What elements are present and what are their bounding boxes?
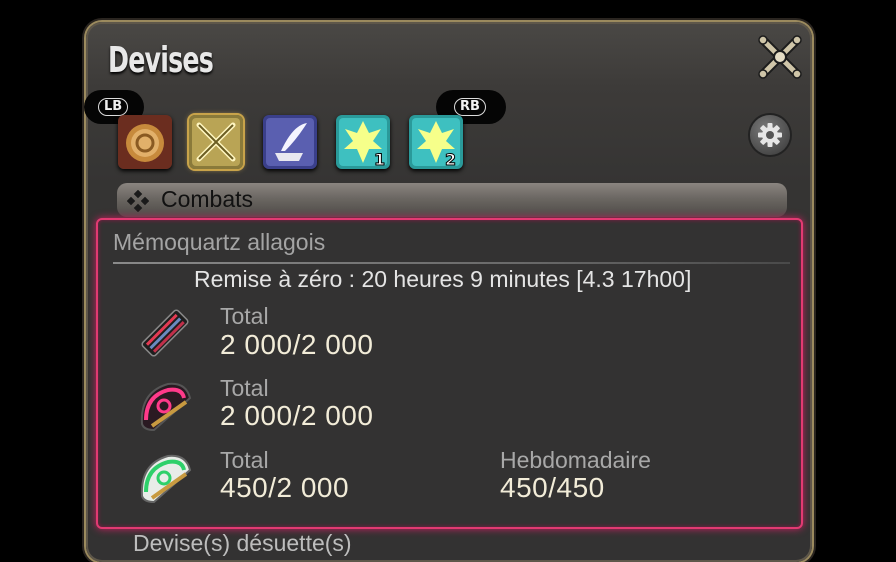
crossed-swords-icon: [189, 115, 243, 169]
settings-button[interactable]: [750, 115, 790, 155]
gil-coin-icon: [118, 115, 172, 169]
tab-scrip-2[interactable]: 2: [409, 115, 463, 170]
lb-label: LB: [98, 98, 129, 116]
pink-tomestone-icon: [140, 382, 192, 432]
rb-label: RB: [454, 98, 486, 116]
currency-group-panel: [96, 218, 803, 529]
window-title: Devises: [108, 40, 214, 81]
total-label: Total: [220, 375, 269, 401]
tab-badge: 1: [374, 150, 385, 169]
four-diamond-icon: [127, 190, 149, 212]
crossed-swords-close-icon: [758, 35, 802, 79]
gear-icon: [758, 123, 782, 147]
scrip-crystal-icon: 2: [409, 115, 463, 170]
close-button[interactable]: [757, 34, 803, 80]
divider: [113, 262, 790, 264]
weekly-label: Hebdomadaire: [500, 447, 651, 473]
anvil-quill-icon: [263, 115, 317, 169]
reset-timer: Remise à zéro : 20 heures 9 minutes [4.3…: [194, 266, 692, 292]
total-label: Total: [220, 447, 269, 473]
weekly-value: 450/450: [500, 472, 605, 503]
scrip-crystal-icon: 1: [336, 115, 390, 170]
total-value: 450/2 000: [220, 472, 350, 503]
tab-scrip-1[interactable]: 1: [336, 115, 390, 170]
total-value: 2 000/2 000: [220, 329, 374, 360]
green-tomestone-icon: [140, 454, 192, 504]
tab-crafting[interactable]: [263, 115, 317, 169]
red-tomestone-icon: [141, 309, 189, 357]
section-header-combats[interactable]: Combats: [117, 183, 787, 217]
section-label: Combats: [161, 186, 254, 212]
tab-badge: 2: [445, 150, 456, 169]
tab-combat[interactable]: [189, 115, 243, 169]
tab-gil[interactable]: [118, 115, 172, 169]
total-value: 2 000/2 000: [220, 400, 374, 431]
group-title: Mémoquartz allagois: [113, 229, 326, 255]
total-label: Total: [220, 303, 269, 329]
